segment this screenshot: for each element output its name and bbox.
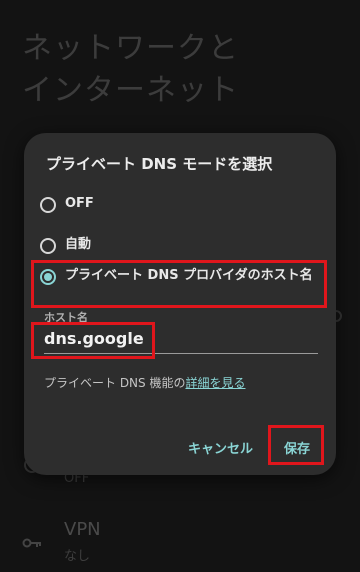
private-dns-dialog: プライベート DNS モードを選択 OFF 自動 プライベート DNS プロバイ… [24,133,336,475]
highlight-box-save-button [268,425,324,465]
highlight-box-hostname-option [31,260,327,308]
highlight-box-host-input [31,322,155,359]
option-off[interactable]: OFF [40,195,330,213]
page-title: ネットワークと インターネット [22,31,239,108]
radio-button-auto[interactable] [40,238,56,254]
option-label: OFF [65,196,94,211]
learn-more-link[interactable]: 詳細を見る [185,376,245,390]
option-auto[interactable]: 自動 [40,236,330,254]
cancel-button[interactable]: キャンセル [188,438,253,457]
info-text-label: プライベート DNS 機能の [44,376,186,390]
info-text: プライベート DNS 機能の詳細を見る [44,374,245,391]
background-row-vpn[interactable]: VPN なし [0,515,360,565]
background-row-label: VPN [64,519,101,540]
screen: ネットワークと インターネット OFF VPN なし プライベート DNS モー… [0,0,360,572]
vpn-key-icon [22,538,41,548]
background-row-sub: なし [64,549,91,564]
radio-button-off[interactable] [40,197,56,213]
option-label: 自動 [65,237,92,252]
dialog-title: プライベート DNS モードを選択 [46,155,273,173]
